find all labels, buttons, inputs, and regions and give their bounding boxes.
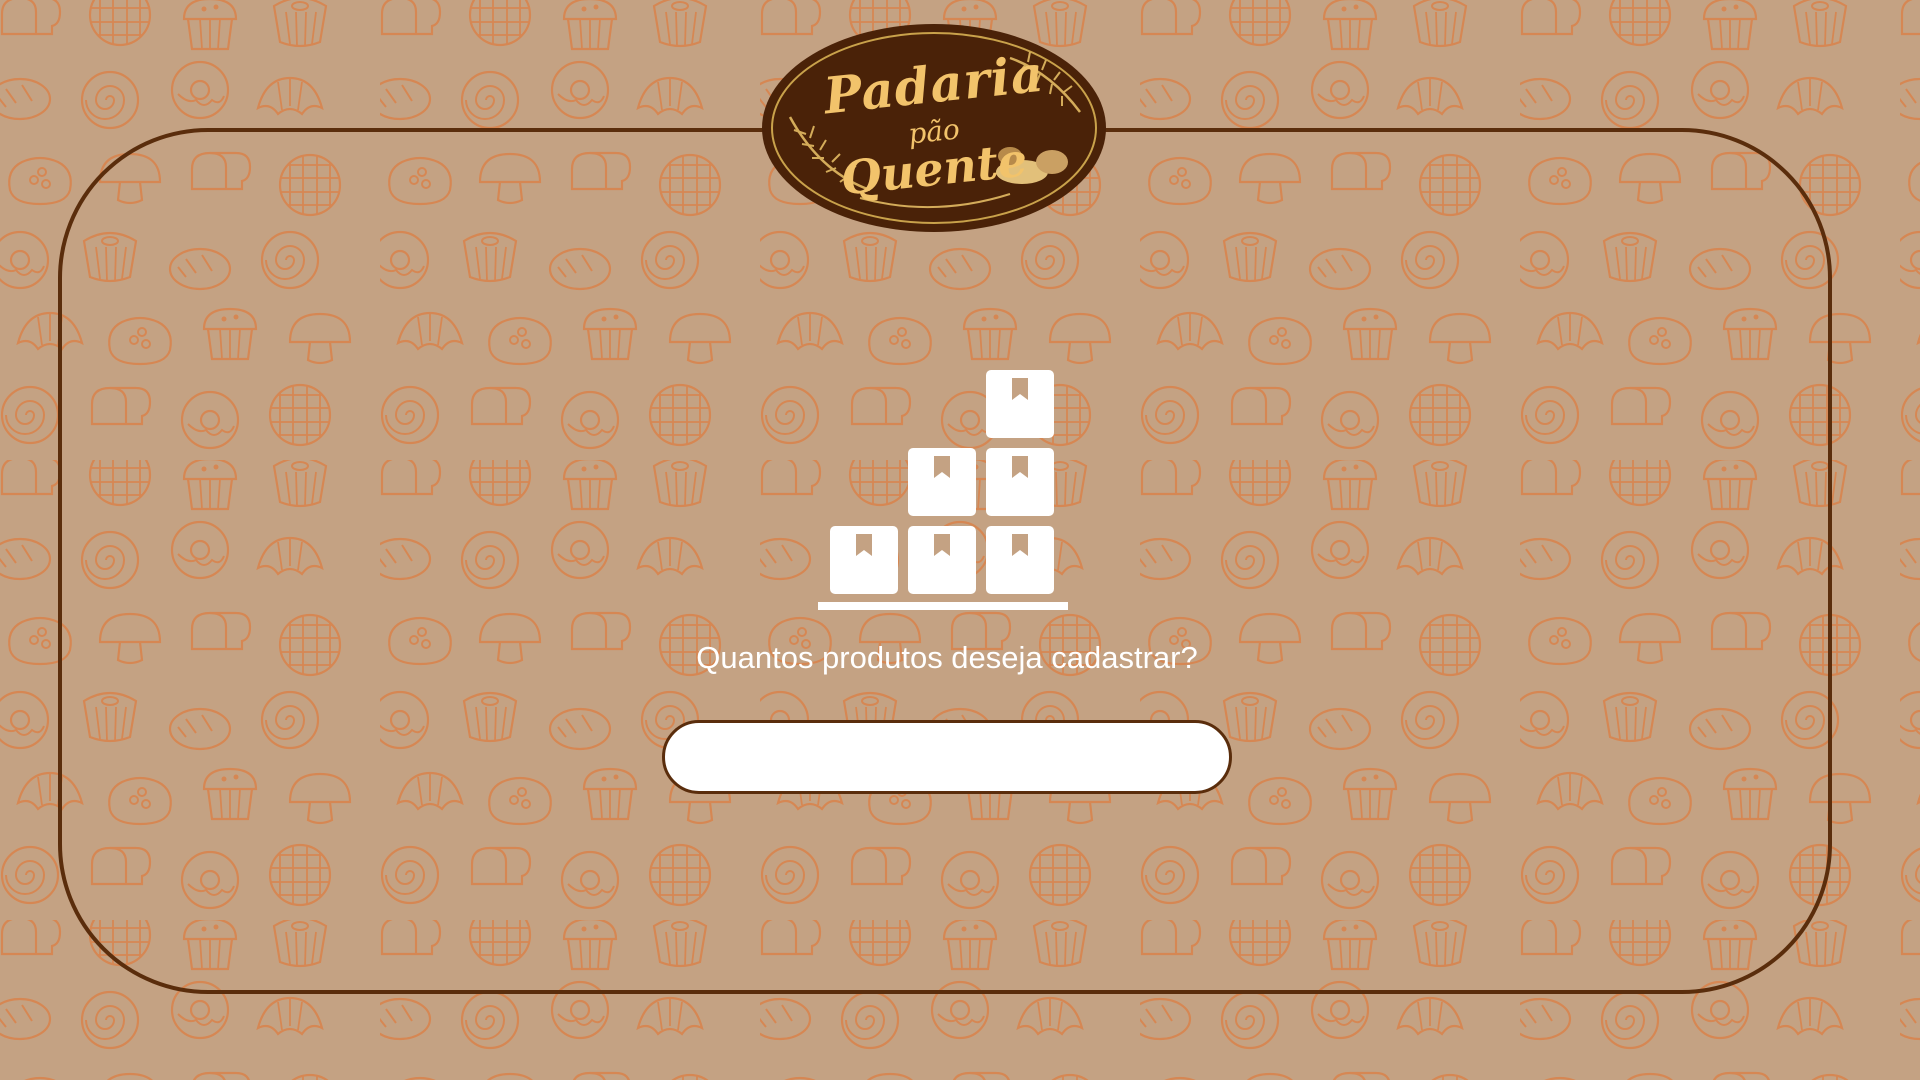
stacked-boxes-icon bbox=[818, 370, 1068, 610]
product-count-question: Quantos produtos deseja cadastrar? bbox=[696, 640, 1198, 675]
bakery-logo: Padaria pão Quente bbox=[760, 22, 1108, 234]
product-count-input[interactable] bbox=[662, 720, 1232, 794]
